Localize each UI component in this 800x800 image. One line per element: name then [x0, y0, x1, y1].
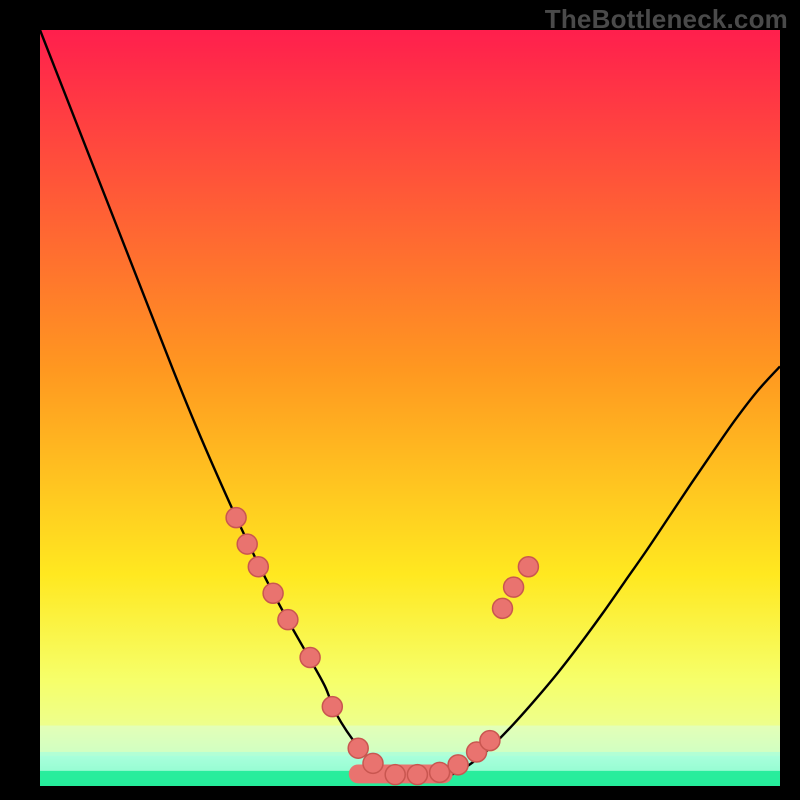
marker-dot — [237, 534, 257, 554]
chart-stage: TheBottleneck.com — [0, 0, 800, 800]
marker-dot — [518, 557, 538, 577]
watermark-text: TheBottleneck.com — [545, 4, 788, 35]
marker-dot — [407, 765, 427, 785]
marker-dot — [226, 508, 246, 528]
marker-dot — [363, 753, 383, 773]
gradient-band — [40, 726, 780, 756]
marker-dot — [493, 598, 513, 618]
marker-dot — [480, 731, 500, 751]
marker-dot — [430, 762, 450, 782]
marker-dot — [300, 647, 320, 667]
gradient-band — [40, 680, 780, 725]
marker-dot — [385, 765, 405, 785]
marker-dot — [322, 697, 342, 717]
plot-area — [40, 30, 780, 786]
marker-dot — [263, 583, 283, 603]
marker-dot — [278, 610, 298, 630]
marker-dot — [348, 738, 368, 758]
marker-dot — [248, 557, 268, 577]
marker-dot — [448, 755, 468, 775]
bottleneck-chart — [0, 0, 800, 800]
marker-dot — [504, 577, 524, 597]
